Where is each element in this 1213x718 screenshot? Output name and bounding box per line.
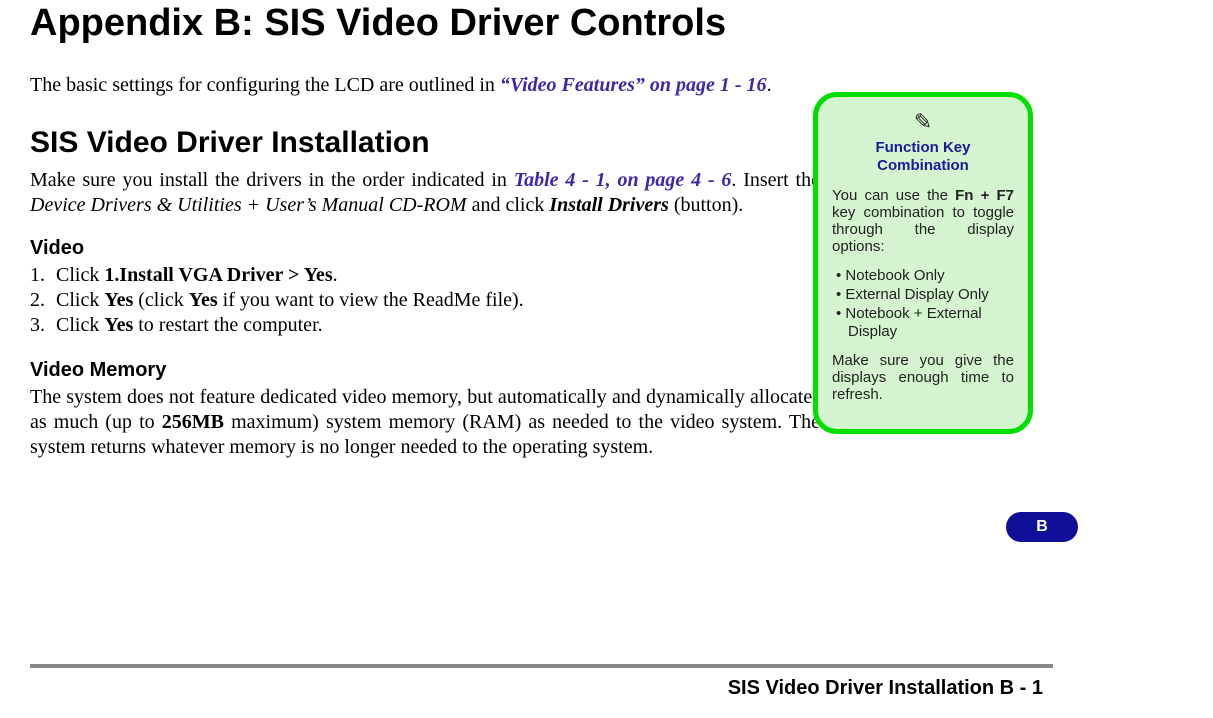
note-option: External Display Only bbox=[832, 286, 1014, 305]
note-option: Notebook Only bbox=[832, 267, 1014, 286]
cdrom-name: Device Drivers & Utilities + User’s Manu… bbox=[30, 194, 467, 216]
step-bold: 1.Install VGA Driver > Yes bbox=[104, 264, 332, 286]
step-bold-2: Yes bbox=[189, 289, 218, 311]
page-title: Appendix B: SIS Video Driver Controls bbox=[30, 2, 1183, 45]
step-pre: Click bbox=[56, 289, 104, 311]
install-post2: and click bbox=[467, 194, 550, 216]
heading-video-memory: Video Memory bbox=[30, 358, 820, 383]
footer-divider bbox=[30, 664, 1053, 668]
sidebar-note: ✎ Function Key Combination You can use t… bbox=[813, 92, 1033, 434]
main-column: The basic settings for configuring the L… bbox=[30, 73, 820, 478]
install-drivers-button-ref: Install Drivers bbox=[549, 194, 668, 216]
step-3: 3.Click Yes to restart the computer. bbox=[30, 313, 820, 338]
vmem-256mb: 256MB bbox=[162, 411, 224, 433]
note-paragraph-1: You can use the Fn + F7 key combination … bbox=[832, 187, 1014, 255]
step-post: . bbox=[333, 264, 338, 286]
video-steps-list: 1.Click 1.Install VGA Driver > Yes. 2.Cl… bbox=[30, 263, 820, 338]
heading-sis-install: SIS Video Driver Installation bbox=[30, 124, 820, 162]
video-memory-paragraph: The system does not feature dedicated vi… bbox=[30, 385, 820, 460]
note-paragraph-2: Make sure you give the displays enough t… bbox=[832, 352, 1014, 403]
step-mid: (click bbox=[133, 289, 189, 311]
install-post3: (button). bbox=[669, 194, 743, 216]
pencil-icon: ✎ bbox=[832, 109, 1014, 135]
note-option: Notebook + External Display bbox=[832, 305, 1014, 343]
step-pre: Click bbox=[56, 314, 104, 336]
footer-text: SIS Video Driver Installation B - 1 bbox=[728, 677, 1043, 700]
step-1: 1.Click 1.Install VGA Driver > Yes. bbox=[30, 263, 820, 288]
install-pre: Make sure you install the drivers in the… bbox=[30, 169, 514, 191]
note-key-combo: Fn + F7 bbox=[955, 187, 1014, 204]
note-title: Function Key Combination bbox=[832, 139, 1014, 175]
step-post: to restart the computer. bbox=[133, 314, 322, 336]
intro-suffix: . bbox=[767, 74, 772, 96]
step-2: 2.Click Yes (click Yes if you want to vi… bbox=[30, 288, 820, 313]
step-number: 2. bbox=[30, 288, 56, 313]
intro-paragraph: The basic settings for configuring the L… bbox=[30, 73, 820, 98]
intro-prefix: The basic settings for configuring the L… bbox=[30, 74, 500, 96]
xref-video-features[interactable]: “Video Features” on page 1 - 16 bbox=[500, 74, 767, 96]
install-post1: . Insert the bbox=[731, 169, 820, 191]
note-p1-pre: You can use the bbox=[832, 187, 955, 204]
heading-video: Video bbox=[30, 236, 820, 261]
step-post: if you want to view the ReadMe file). bbox=[218, 289, 524, 311]
note-p1-post: key combination to toggle through the di… bbox=[832, 204, 1014, 255]
note-options-list: Notebook Only External Display Only Note… bbox=[832, 267, 1014, 342]
xref-table-4-1[interactable]: Table 4 - 1, on page 4 - 6 bbox=[514, 169, 732, 191]
step-number: 1. bbox=[30, 263, 56, 288]
install-paragraph: Make sure you install the drivers in the… bbox=[30, 168, 820, 218]
step-number: 3. bbox=[30, 313, 56, 338]
step-pre: Click bbox=[56, 264, 104, 286]
step-bold: Yes bbox=[104, 289, 133, 311]
section-tab-b: B bbox=[1006, 512, 1078, 542]
step-bold: Yes bbox=[104, 314, 133, 336]
